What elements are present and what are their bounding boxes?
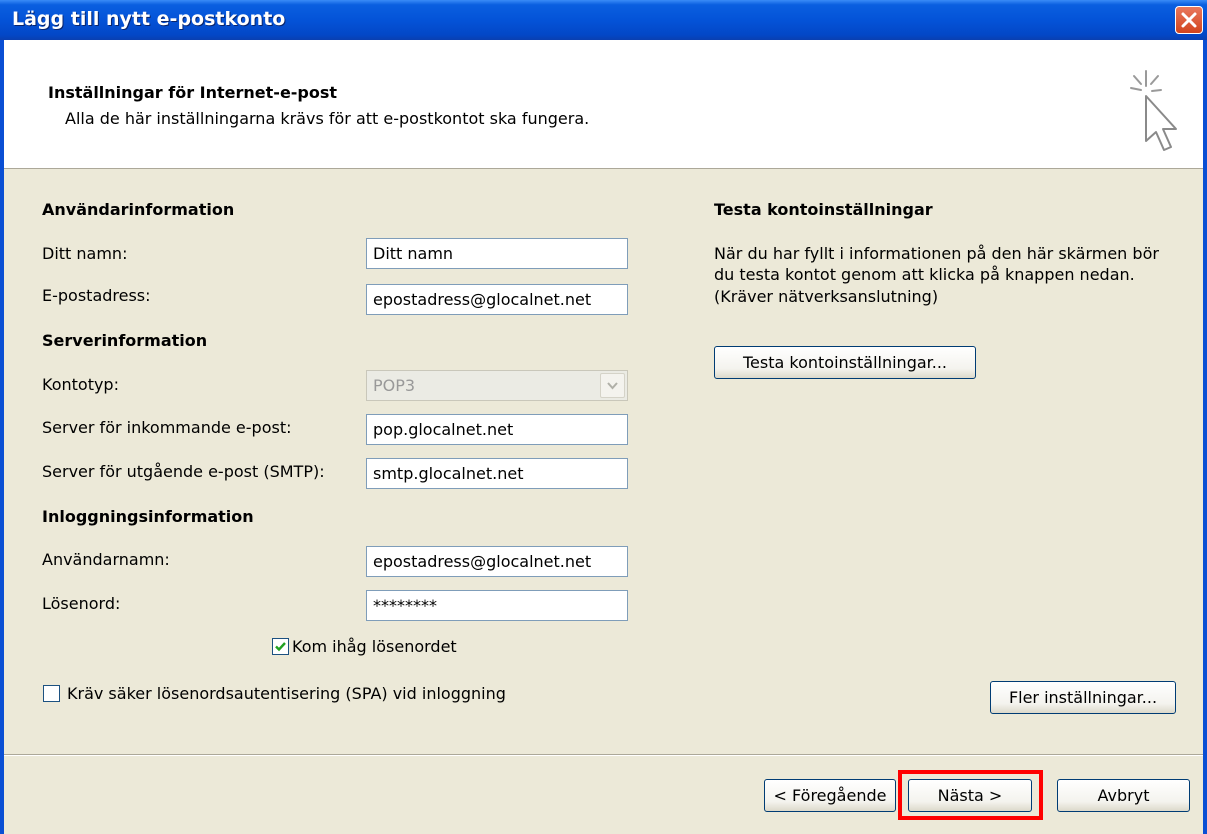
account-type-select: POP3: [366, 370, 628, 401]
spa-label[interactable]: Kräv säker lösenordsautentisering (SPA) …: [67, 684, 506, 703]
account-type-value: POP3: [373, 376, 416, 395]
password-field[interactable]: ********: [366, 590, 628, 621]
more-settings-button[interactable]: Fler inställningar...: [990, 681, 1176, 714]
next-button-highlight: [898, 770, 1043, 820]
title-bar: Lägg till nytt e-postkonto: [0, 0, 1207, 40]
outgoing-server-label: Server för utgående e-post (SMTP):: [42, 462, 325, 481]
server-info-heading: Serverinformation: [42, 331, 208, 350]
test-description-line1: När du har fyllt i informationen på den …: [714, 244, 1159, 263]
header-title: Inställningar för Internet-e-post: [48, 83, 338, 102]
spa-checkbox[interactable]: [43, 685, 60, 702]
incoming-server-field[interactable]: pop.glocalnet.net: [366, 414, 628, 445]
chevron-down-icon: [607, 382, 618, 390]
window-title: Lägg till nytt e-postkonto: [12, 8, 286, 30]
incoming-server-label: Server för inkommande e-post:: [42, 418, 292, 437]
cursor-sparkle-icon: [1130, 70, 1177, 151]
email-label: E-postadress:: [42, 286, 151, 305]
username-field[interactable]: epostadress@glocalnet.net: [366, 546, 628, 577]
checkmark-icon: [275, 642, 286, 652]
test-description-line3: (Kräver nätverksanslutning): [714, 287, 939, 306]
name-field[interactable]: Ditt namn: [366, 238, 628, 269]
close-button[interactable]: [1175, 6, 1203, 34]
remember-password-label[interactable]: Kom ihåg lösenordet: [292, 637, 457, 656]
password-label: Lösenord:: [42, 594, 121, 613]
dropdown-button: [600, 373, 625, 398]
cancel-button[interactable]: Avbryt: [1057, 779, 1190, 812]
wizard-header: Inställningar för Internet-e-post Alla d…: [4, 40, 1203, 169]
account-type-label: Kontotyp:: [42, 375, 119, 394]
username-label: Användarnamn:: [42, 550, 170, 569]
header-subtitle: Alla de här inställningarna krävs för at…: [65, 109, 590, 128]
test-account-button[interactable]: Testa kontoinställningar...: [714, 346, 976, 379]
outgoing-server-field[interactable]: smtp.glocalnet.net: [366, 458, 628, 489]
name-label: Ditt namn:: [42, 244, 128, 263]
remember-password-checkbox[interactable]: [272, 638, 289, 655]
test-heading: Testa kontoinställningar: [714, 200, 933, 219]
login-info-heading: Inloggningsinformation: [42, 507, 254, 526]
test-description-line2: du testa kontot genom att klicka på knap…: [714, 265, 1135, 284]
email-field[interactable]: epostadress@glocalnet.net: [366, 284, 628, 315]
back-button[interactable]: < Föregående: [764, 779, 896, 812]
close-icon: [1181, 12, 1197, 28]
footer-separator: [4, 754, 1203, 756]
user-info-heading: Användarinformation: [42, 200, 235, 219]
